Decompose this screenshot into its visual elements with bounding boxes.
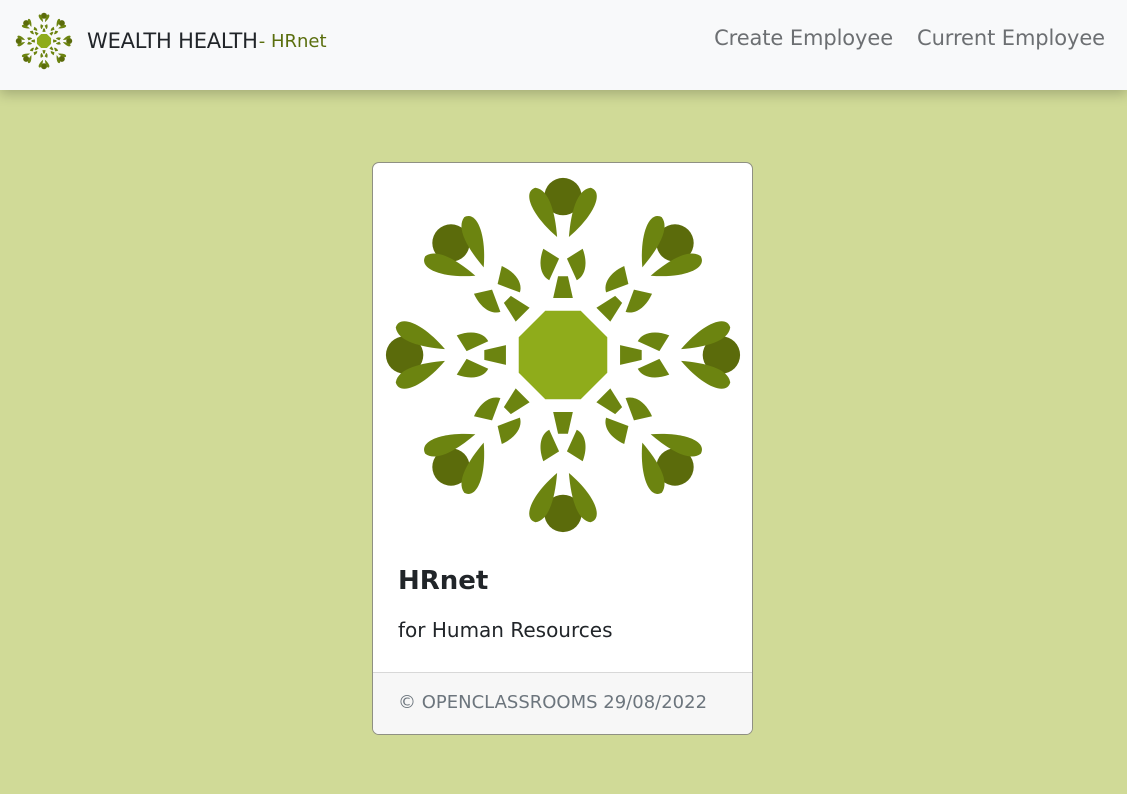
card-title: HRnet bbox=[398, 566, 489, 596]
brand-home-link[interactable]: WEALTH HEALTH - HRnet bbox=[15, 12, 327, 70]
card-footer: © OPENCLASSROOMS 29/08/2022 bbox=[373, 672, 752, 734]
hrnet-card: HRnet for Human Resources © OPENCLASSROO… bbox=[372, 162, 753, 735]
copyright-text: © OPENCLASSROOMS 29/08/2022 bbox=[398, 692, 708, 713]
wealth-health-logo-image bbox=[381, 173, 745, 537]
wealth-health-logo-icon bbox=[15, 12, 73, 70]
brand-subtitle: - HRnet bbox=[258, 30, 327, 52]
brand-name: WEALTH HEALTH bbox=[87, 29, 258, 53]
nav-link-current-employee[interactable]: Current Employee bbox=[917, 26, 1105, 50]
card-text: for Human Resources bbox=[398, 618, 613, 642]
nav-link-create-employee[interactable]: Create Employee bbox=[714, 26, 893, 50]
nav-links: Create Employee Current Employee bbox=[714, 26, 1105, 50]
navbar: WEALTH HEALTH - HRnet Create Employee Cur… bbox=[0, 0, 1127, 90]
